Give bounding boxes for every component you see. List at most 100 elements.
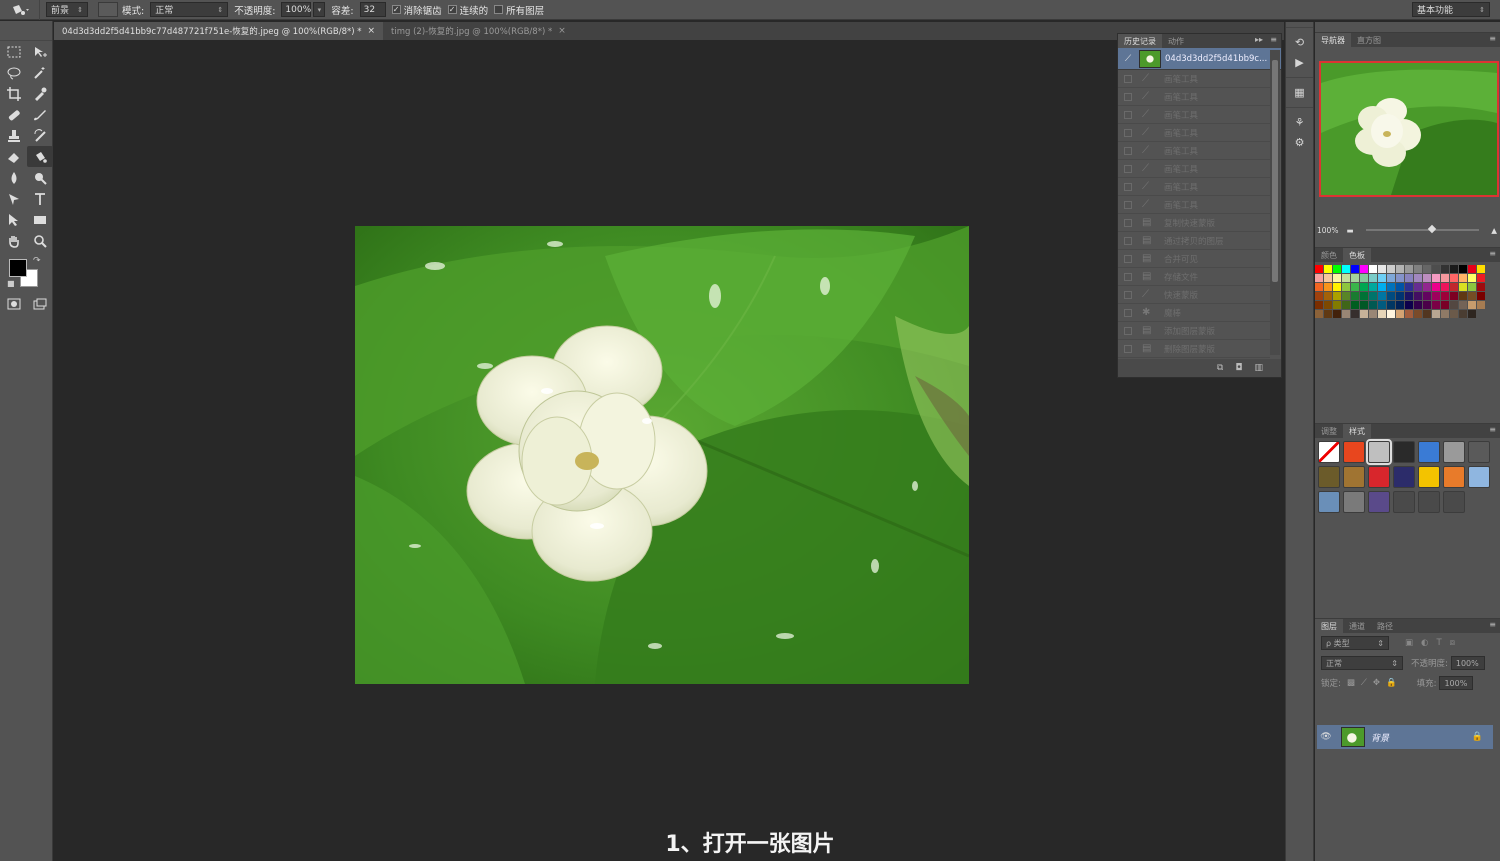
color-swatch[interactable] <box>1396 265 1405 274</box>
color-swatch[interactable] <box>1432 310 1441 319</box>
color-swatch[interactable] <box>1414 310 1423 319</box>
color-swatch[interactable] <box>1405 265 1414 274</box>
history-brush-source-box[interactable] <box>1124 236 1132 245</box>
color-swatch[interactable] <box>1396 274 1405 283</box>
history-item[interactable]: ⟋ 画笔工具 <box>1118 178 1270 196</box>
color-swatch[interactable] <box>1405 274 1414 283</box>
layer-filter-select[interactable]: ρ 类型 ⇕ <box>1321 636 1389 650</box>
color-swatch[interactable] <box>1396 310 1405 319</box>
color-swatch[interactable] <box>1342 274 1351 283</box>
color-swatch[interactable] <box>1477 283 1486 292</box>
color-swatch[interactable] <box>1378 265 1387 274</box>
style-preset[interactable] <box>1468 441 1490 463</box>
style-preset[interactable] <box>1343 441 1365 463</box>
history-brush-source-box[interactable] <box>1124 218 1132 227</box>
history-brush-source-box[interactable] <box>1124 164 1132 173</box>
mode-select[interactable]: 正常 ⇕ <box>150 2 229 17</box>
tab-actions[interactable]: 动作 <box>1162 34 1190 48</box>
style-preset[interactable] <box>1318 466 1340 488</box>
opacity-input[interactable]: 100% <box>281 2 312 17</box>
color-swatch[interactable] <box>1468 310 1477 319</box>
zoom-out-icon[interactable]: ▬ <box>1346 226 1353 235</box>
color-swatch[interactable] <box>1387 274 1396 283</box>
style-preset[interactable] <box>1393 491 1415 513</box>
color-swatch[interactable] <box>1351 292 1360 301</box>
color-swatch[interactable] <box>1387 265 1396 274</box>
lock-icons[interactable]: ▩⟋✥🔒 <box>1347 678 1403 688</box>
tool-presets-icon[interactable]: ⚙ <box>1286 132 1313 152</box>
color-swatch[interactable] <box>1432 301 1441 310</box>
brush-tool-icon[interactable] <box>27 104 53 125</box>
tab-layers[interactable]: 图层 <box>1315 619 1343 633</box>
style-preset[interactable] <box>1393 441 1415 463</box>
tolerance-input[interactable]: 32 <box>359 2 386 17</box>
panel-menu-icon[interactable]: ≡ <box>1270 35 1277 44</box>
history-brush-source-box[interactable] <box>1124 182 1132 191</box>
tab-history[interactable]: 历史记录 <box>1118 34 1162 48</box>
opacity-dropdown-button[interactable]: ▾ <box>313 2 326 17</box>
color-swatch[interactable] <box>1450 274 1459 283</box>
color-swatch[interactable] <box>1468 292 1477 301</box>
color-swatch[interactable] <box>1342 265 1351 274</box>
tab-paths[interactable]: 路径 <box>1371 619 1399 633</box>
history-item[interactable]: ⟋ 快速蒙版 <box>1118 286 1270 304</box>
color-swatch[interactable] <box>1459 283 1468 292</box>
history-item[interactable]: ⟋ 画笔工具 <box>1118 70 1270 88</box>
history-item[interactable]: ⟋ 画笔工具 <box>1118 124 1270 142</box>
color-swatch[interactable] <box>1459 310 1468 319</box>
jasmine-flower-photo[interactable] <box>355 226 969 684</box>
color-swatch[interactable] <box>1441 283 1450 292</box>
blend-mode-select[interactable]: 正常 ⇕ <box>1321 656 1403 670</box>
color-swatch[interactable] <box>1315 301 1324 310</box>
history-item[interactable]: ▤ 通过拷贝的图层 <box>1118 232 1270 250</box>
history-item[interactable]: ▤ 添加图层蒙版 <box>1118 322 1270 340</box>
color-swatch[interactable] <box>1450 283 1459 292</box>
color-swatch[interactable] <box>1315 274 1324 283</box>
panel-menu-icon[interactable]: ≡ <box>1489 34 1496 43</box>
new-document-from-state-icon[interactable]: ⧉ <box>1217 363 1223 373</box>
color-swatch[interactable] <box>1459 265 1468 274</box>
foreground-color[interactable] <box>9 259 27 277</box>
fill-source-select[interactable]: 前景 ⇕ <box>46 2 88 17</box>
path-selection-tool-icon[interactable] <box>1 209 27 230</box>
tab-channels[interactable]: 通道 <box>1343 619 1371 633</box>
color-swatch[interactable] <box>1459 301 1468 310</box>
color-swatch[interactable] <box>1315 292 1324 301</box>
history-snapshot[interactable]: ⟋ 04d3d3dd2f5d41bb9c... <box>1118 48 1281 70</box>
style-preset[interactable] <box>1443 491 1465 513</box>
color-swatch[interactable] <box>1405 292 1414 301</box>
history-brush-source-box[interactable] <box>1124 290 1132 299</box>
panel-menu-icon[interactable]: ≡ <box>1489 425 1496 434</box>
color-swatch[interactable] <box>1405 301 1414 310</box>
color-swatch[interactable] <box>1468 283 1477 292</box>
toolbox-grip[interactable] <box>0 21 52 41</box>
tab-styles[interactable]: 样式 <box>1343 424 1371 438</box>
color-swatch[interactable] <box>1405 310 1414 319</box>
color-swatch[interactable] <box>1324 274 1333 283</box>
history-brush-source-box[interactable] <box>1124 326 1132 335</box>
color-swatch[interactable] <box>1360 283 1369 292</box>
eye-icon[interactable]: 👁 <box>1317 732 1335 742</box>
color-swatch[interactable] <box>1324 283 1333 292</box>
color-swatch[interactable] <box>1441 265 1450 274</box>
history-item[interactable]: ⟋ 画笔工具 <box>1118 106 1270 124</box>
color-swatch[interactable] <box>1360 292 1369 301</box>
layer-filter-icons[interactable]: ▣◐T⧈ <box>1405 638 1463 648</box>
color-swatch[interactable] <box>1414 301 1423 310</box>
brush-presets-icon[interactable]: ⚘ <box>1286 112 1313 132</box>
color-swatch[interactable] <box>1324 265 1333 274</box>
magic-wand-tool-icon[interactable] <box>27 62 53 83</box>
color-swatch[interactable] <box>1360 274 1369 283</box>
style-preset[interactable] <box>1368 466 1390 488</box>
color-swatch[interactable] <box>1351 310 1360 319</box>
color-swatch[interactable] <box>1414 274 1423 283</box>
color-swatch[interactable] <box>1342 301 1351 310</box>
color-swatch[interactable] <box>1369 310 1378 319</box>
color-swatch[interactable] <box>1423 265 1432 274</box>
history-brush-source-box[interactable] <box>1124 200 1132 209</box>
color-swatch[interactable] <box>1387 310 1396 319</box>
history-brush-source-box[interactable] <box>1124 344 1132 353</box>
history-item[interactable]: ▤ 复制快速蒙版 <box>1118 214 1270 232</box>
tab-navigator[interactable]: 导航器 <box>1315 33 1351 47</box>
paint-bucket-icon[interactable] <box>0 0 40 20</box>
